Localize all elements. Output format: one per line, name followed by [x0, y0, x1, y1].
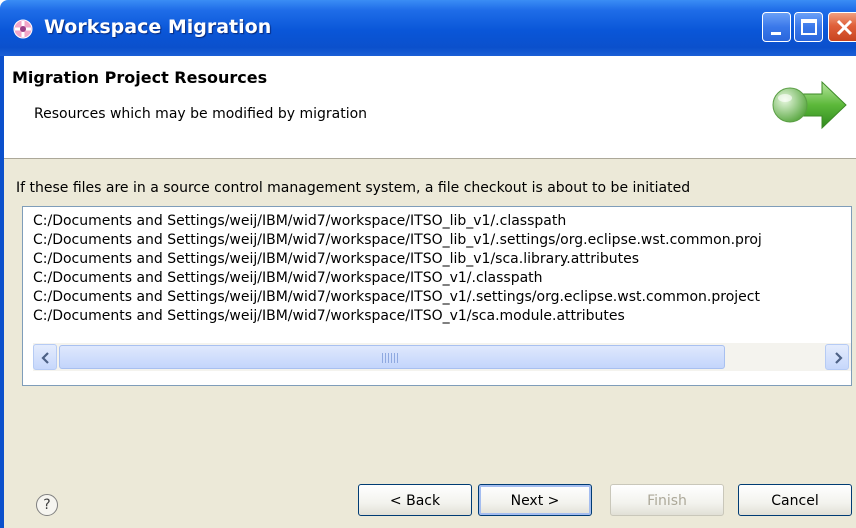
scroll-right-button[interactable] [825, 344, 849, 370]
list-item[interactable]: C:/Documents and Settings/weij/IBM/wid7/… [33, 307, 849, 326]
page-description: Resources which may be modified by migra… [34, 106, 368, 122]
help-icon[interactable]: ? [36, 494, 58, 516]
scrollbar-grip [382, 353, 398, 363]
wizard-banner: Migration Project Resources Resources wh… [4, 56, 856, 159]
page-title: Migration Project Resources [12, 68, 268, 87]
list-item[interactable]: C:/Documents and Settings/weij/IBM/wid7/… [33, 212, 849, 231]
maximize-icon [801, 19, 817, 35]
chevron-left-icon [41, 352, 49, 364]
close-button[interactable] [828, 12, 856, 42]
window-frame: Migration Project Resources Resources wh… [0, 56, 856, 528]
next-button[interactable]: Next > [478, 484, 592, 516]
back-button[interactable]: < Back [358, 484, 472, 516]
migration-arrow-icon [772, 80, 847, 130]
dialog-client-area: Migration Project Resources Resources wh… [4, 56, 856, 528]
list-item[interactable]: C:/Documents and Settings/weij/IBM/wid7/… [33, 269, 849, 288]
list-item[interactable]: C:/Documents and Settings/weij/IBM/wid7/… [33, 250, 849, 269]
close-icon [836, 19, 853, 36]
workspace-migration-window: Workspace Migration Migration Project Re… [0, 0, 856, 528]
list-item[interactable]: C:/Documents and Settings/weij/IBM/wid7/… [33, 231, 849, 250]
checkout-instruction: If these files are in a source control m… [16, 180, 691, 196]
finish-button: Finish [610, 484, 724, 516]
scroll-left-button[interactable] [33, 344, 57, 370]
title-bar[interactable]: Workspace Migration [0, 0, 856, 56]
eclipse-migration-icon [13, 19, 33, 39]
maximize-button[interactable] [794, 12, 823, 42]
scrollbar-thumb[interactable] [59, 345, 725, 369]
cancel-button[interactable]: Cancel [738, 484, 852, 516]
minimize-icon [771, 32, 781, 35]
list-item[interactable]: C:/Documents and Settings/weij/IBM/wid7/… [33, 288, 849, 307]
horizontal-scrollbar[interactable] [33, 343, 851, 371]
minimize-button[interactable] [762, 12, 791, 42]
window-title: Workspace Migration [44, 16, 272, 38]
chevron-right-icon [835, 352, 843, 364]
resource-file-list[interactable]: C:/Documents and Settings/weij/IBM/wid7/… [22, 206, 852, 386]
